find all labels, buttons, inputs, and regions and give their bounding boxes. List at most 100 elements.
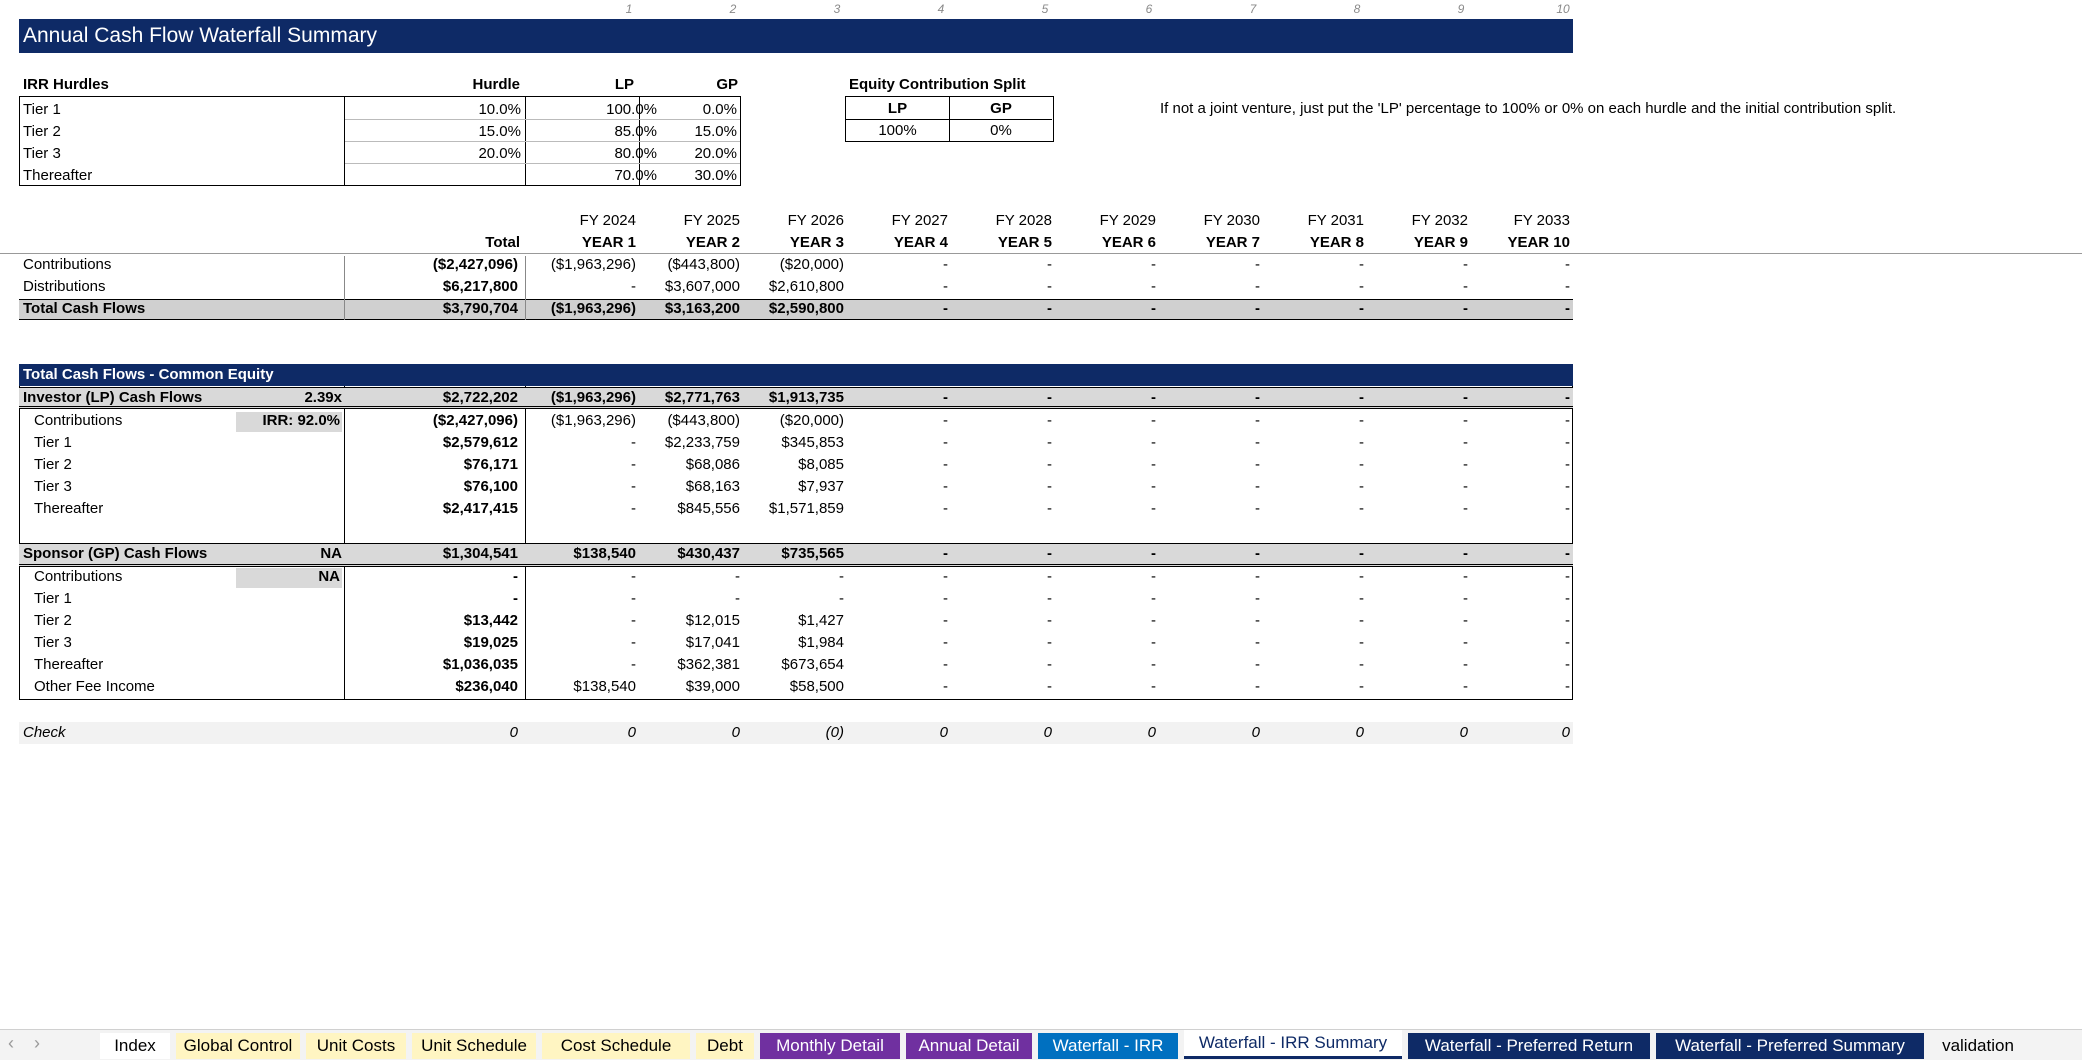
row-year-value: - (1565, 256, 1570, 273)
col-num: 8 (1353, 2, 1361, 16)
sheet-tab[interactable]: Unit Costs (306, 1033, 406, 1059)
row-year-value: $362,381 (677, 656, 740, 673)
gp-split-value: 15.0% (694, 123, 737, 140)
row-total: ($2,427,096) (432, 256, 518, 273)
row-total: - (513, 590, 518, 607)
row-year-value: - (1565, 300, 1570, 317)
row-year-value: - (1359, 278, 1364, 295)
row-year-value: $430,437 (677, 545, 740, 562)
row-year-value: - (735, 590, 740, 607)
row-year-value: - (1255, 300, 1260, 317)
row-year-value: - (1255, 656, 1260, 673)
lp-split-input[interactable]: 70.0% (563, 167, 657, 184)
row-year-value: - (1359, 590, 1364, 607)
page-title: Annual Cash Flow Waterfall Summary (19, 19, 1573, 53)
summary-row-label: Distributions (23, 278, 106, 295)
row-year-value: - (1255, 478, 1260, 495)
lp-row-label: Contributions (34, 412, 123, 429)
row-year-value: - (1255, 678, 1260, 695)
row-year-value: - (1255, 412, 1260, 429)
row-year-value: $8,085 (798, 456, 844, 473)
row-total: $76,100 (463, 478, 518, 495)
row-total: $19,025 (463, 634, 518, 651)
row-year-value: - (943, 478, 948, 495)
row-year-value: - (631, 456, 636, 473)
row-year-value: - (943, 500, 948, 517)
lp-split-input[interactable]: 100.0% (563, 101, 657, 118)
row-year-value: $673,654 (781, 656, 844, 673)
summary-row-label: Contributions (23, 256, 112, 273)
tab-scroll-right-icon[interactable]: › (34, 1033, 40, 1054)
row-year-value: - (1359, 612, 1364, 629)
year-fy-label: FY 2027 (891, 212, 948, 229)
row-year-value: - (1047, 478, 1052, 495)
col-num: 1 (625, 2, 633, 16)
sheet-tab[interactable]: Waterfall - Preferred Return (1408, 1033, 1650, 1059)
col-num: 7 (1249, 2, 1257, 16)
hurdle-row-label: Tier 3 (23, 145, 61, 162)
lp-multiple: 2.39x (304, 389, 342, 406)
row-total: $76,171 (463, 456, 518, 473)
row-year-value: - (1047, 434, 1052, 451)
row-year-value: - (1565, 678, 1570, 695)
row-year-value: - (943, 656, 948, 673)
row-year-value: - (631, 634, 636, 651)
row-year-value: $138,540 (573, 678, 636, 695)
equity-lp-input[interactable]: 100% (846, 122, 949, 139)
row-year-value: - (839, 568, 844, 585)
row-year-value: - (1047, 300, 1052, 317)
row-year-value: - (631, 590, 636, 607)
lp-col-header: LP (614, 76, 634, 93)
row-year-value: - (943, 590, 948, 607)
row-year-value: (0) (825, 724, 844, 741)
col-num: 5 (1041, 2, 1049, 16)
year-fy-label: FY 2026 (787, 212, 844, 229)
row-total: - (513, 568, 518, 585)
hurdle-input[interactable]: 10.0% (423, 101, 521, 118)
sheet-tab[interactable]: Waterfall - IRR Summary (1184, 1030, 1402, 1059)
common-equity-header: Total Cash Flows - Common Equity (19, 364, 1573, 386)
gp-row-label: Thereafter (34, 656, 104, 673)
equity-split-header: Equity Contribution Split (849, 76, 1026, 93)
sheet-tab[interactable]: Annual Detail (906, 1033, 1032, 1059)
row-year-value: $58,500 (789, 678, 844, 695)
sheet-tab[interactable]: Unit Schedule (412, 1033, 536, 1059)
row-year-value: - (1255, 278, 1260, 295)
row-year-value: $68,086 (685, 456, 740, 473)
hurdle-input[interactable]: 15.0% (423, 123, 521, 140)
year-label: YEAR 6 (1101, 234, 1156, 251)
row-year-value: $1,427 (798, 612, 844, 629)
hurdle-input[interactable]: 20.0% (423, 145, 521, 162)
sheet-tab[interactable]: validation (1930, 1033, 2026, 1059)
row-total: $13,442 (463, 612, 518, 629)
hurdle-col-header: Hurdle (472, 76, 520, 93)
sheet-tab[interactable]: Monthly Detail (760, 1033, 900, 1059)
col-num: 9 (1457, 2, 1465, 16)
sheet-tab[interactable]: Index (100, 1033, 170, 1059)
row-year-value: - (1255, 590, 1260, 607)
year-label: YEAR 10 (1507, 234, 1570, 251)
year-fy-label: FY 2024 (579, 212, 636, 229)
sheet-tab[interactable]: Global Control (176, 1033, 300, 1059)
row-year-value: - (1565, 656, 1570, 673)
sheet-tab[interactable]: Waterfall - IRR (1038, 1033, 1178, 1059)
sheet-tab[interactable]: Cost Schedule (542, 1033, 690, 1059)
sheet-tab[interactable]: Waterfall - Preferred Summary (1656, 1033, 1924, 1059)
row-year-value: $1,913,735 (768, 389, 844, 406)
summary-divider (344, 256, 345, 320)
row-year-value: $1,984 (798, 634, 844, 651)
gp-row-label: Other Fee Income (34, 678, 155, 695)
row-year-value: - (1565, 456, 1570, 473)
lp-split-input[interactable]: 80.0% (563, 145, 657, 162)
lp-split-input[interactable]: 85.0% (563, 123, 657, 140)
row-year-value: 0 (731, 724, 740, 741)
sheet-tab[interactable]: Debt (696, 1033, 754, 1059)
row-year-value: - (1151, 256, 1156, 273)
row-year-value: - (1047, 612, 1052, 629)
row-year-value: 0 (939, 724, 948, 741)
gp-split-value: 20.0% (694, 145, 737, 162)
row-year-value: $3,163,200 (664, 300, 740, 317)
row-total: $1,304,541 (442, 545, 518, 562)
tab-scroll-left-icon[interactable]: ‹ (8, 1033, 14, 1054)
sheet-tab-bar: ‹ › Index Global Control Unit Costs Unit Sc… (0, 1029, 2082, 1060)
